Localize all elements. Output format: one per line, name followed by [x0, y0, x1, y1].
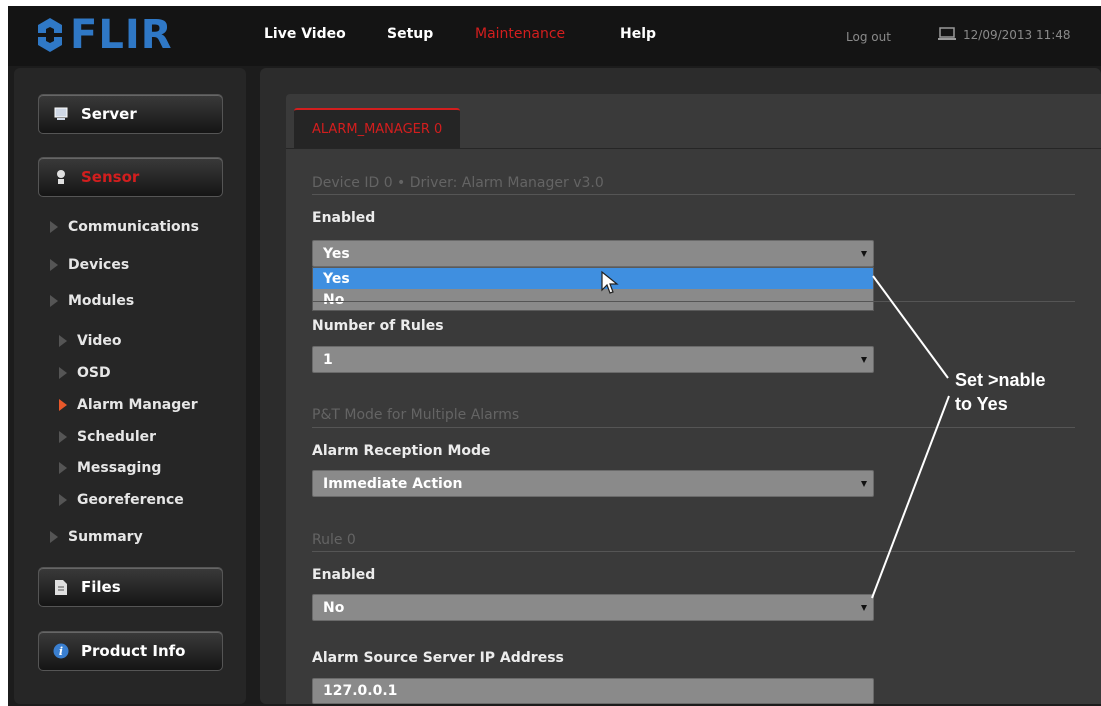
dropdown-arrow-icon	[861, 357, 867, 363]
tree-item-modules[interactable]: Modules	[50, 293, 134, 309]
mouse-cursor-icon	[601, 270, 619, 294]
server-icon	[53, 106, 69, 122]
rules-select-value: 1	[323, 351, 333, 368]
logout-link[interactable]: Log out	[846, 30, 891, 44]
dropdown-arrow-icon	[861, 605, 867, 611]
reception-mode-label: Alarm Reception Mode	[312, 443, 491, 459]
tree-item-georeference[interactable]: Georeference	[59, 492, 184, 508]
tree-arrow-icon	[59, 494, 67, 506]
tab-divider	[286, 148, 1101, 149]
tree-item-label: Devices	[68, 257, 130, 273]
server-button[interactable]: Server	[38, 94, 223, 134]
tree-item-osd[interactable]: OSD	[59, 365, 111, 381]
files-button-label: Files	[81, 578, 121, 596]
reception-mode-select[interactable]: Immediate Action	[312, 470, 874, 497]
file-icon	[53, 579, 69, 595]
tree-item-label: Summary	[68, 529, 143, 545]
tree-item-scheduler[interactable]: Scheduler	[59, 429, 156, 445]
dropdown-arrow-icon	[861, 481, 867, 487]
tree-item-label: Video	[77, 333, 122, 349]
tree-item-label: OSD	[77, 365, 111, 381]
enabled-select[interactable]: Yes	[312, 240, 874, 267]
nav-setup[interactable]: Setup	[387, 26, 433, 42]
tree-item-video[interactable]: Video	[59, 333, 122, 349]
top-bar: FLIR Live Video Setup Maintenance Help L…	[8, 6, 1101, 66]
tree-item-label: Communications	[68, 219, 199, 235]
sensor-button-label: Sensor	[81, 168, 140, 186]
dropdown-option-no[interactable]: No	[313, 289, 873, 310]
nav-help[interactable]: Help	[620, 26, 656, 42]
sensor-button[interactable]: Sensor	[38, 157, 223, 197]
section-divider	[312, 194, 1075, 195]
dropdown-arrow-icon	[861, 251, 867, 257]
tree-item-messaging[interactable]: Messaging	[59, 460, 161, 476]
tree-arrow-icon	[59, 367, 67, 379]
callout-text: Set >nable to Yes	[955, 368, 1046, 416]
flir-logo-icon	[38, 18, 62, 52]
section-divider	[312, 427, 1075, 428]
tree-item-devices[interactable]: Devices	[50, 257, 129, 273]
logo-text: FLIR	[70, 12, 173, 58]
product-info-button[interactable]: i Product Info	[38, 631, 223, 671]
tree-arrow-icon	[50, 221, 58, 233]
tree-item-summary[interactable]: Summary	[50, 529, 143, 545]
tree-item-label: Georeference	[77, 492, 184, 508]
flir-logo: FLIR	[34, 12, 173, 58]
rule-enabled-value: No	[323, 599, 345, 616]
rules-label: Number of Rules	[312, 318, 444, 334]
tree-arrow-icon	[50, 259, 58, 271]
product-info-button-label: Product Info	[81, 642, 186, 660]
rules-select[interactable]: 1	[312, 346, 874, 373]
dropdown-option-yes[interactable]: Yes	[313, 268, 873, 289]
tree-item-label: Alarm Manager	[77, 397, 198, 413]
server-button-label: Server	[81, 105, 137, 123]
device-header: Device ID 0 • Driver: Alarm Manager v3.0	[312, 175, 604, 191]
tree-item-label: Messaging	[77, 460, 162, 476]
svg-text:i: i	[59, 645, 63, 658]
tree-item-alarm-manager[interactable]: Alarm Manager	[59, 397, 198, 413]
tree-item-communications[interactable]: Communications	[50, 219, 199, 235]
files-button[interactable]: Files	[38, 567, 223, 607]
app-window: FLIR Live Video Setup Maintenance Help L…	[8, 6, 1101, 706]
nav-live-video[interactable]: Live Video	[264, 26, 346, 42]
source-ip-value: 127.0.0.1	[323, 683, 398, 699]
tree-arrow-icon	[59, 462, 67, 474]
tree-arrow-active-icon	[59, 399, 67, 411]
section-divider	[312, 551, 1075, 552]
datetime-display: 12/09/2013 11:48	[963, 28, 1071, 42]
info-icon: i	[53, 643, 69, 659]
tab-alarm-manager[interactable]: ALARM_MANAGER 0	[294, 108, 461, 148]
tree-arrow-icon	[50, 295, 58, 307]
reception-mode-value: Immediate Action	[323, 475, 463, 492]
rule-enabled-label: Enabled	[312, 567, 376, 583]
rule-enabled-select[interactable]: No	[312, 594, 874, 621]
tree-arrow-icon	[59, 335, 67, 347]
tree-item-label: Modules	[68, 293, 135, 309]
tree-arrow-icon	[59, 431, 67, 443]
section-divider	[312, 301, 1075, 302]
rule-0-header: Rule 0	[312, 532, 356, 548]
callout-line-2: to Yes	[955, 394, 1008, 414]
pt-mode-header: P&T Mode for Multiple Alarms	[312, 407, 520, 423]
enabled-dropdown-list: Yes No	[312, 267, 874, 311]
nav-maintenance[interactable]: Maintenance	[475, 26, 565, 42]
callout-line-1: Set >nable	[955, 370, 1046, 390]
sidebar: Server Sensor Communications Devices Mod…	[14, 68, 246, 704]
source-ip-label: Alarm Source Server IP Address	[312, 650, 564, 666]
tree-item-label: Scheduler	[77, 429, 157, 445]
sensor-icon	[53, 169, 69, 185]
tree-arrow-icon	[50, 531, 58, 543]
enabled-select-value: Yes	[323, 245, 350, 262]
computer-icon	[938, 27, 956, 40]
enabled-label: Enabled	[312, 210, 376, 226]
source-ip-field[interactable]: 127.0.0.1	[312, 678, 874, 704]
